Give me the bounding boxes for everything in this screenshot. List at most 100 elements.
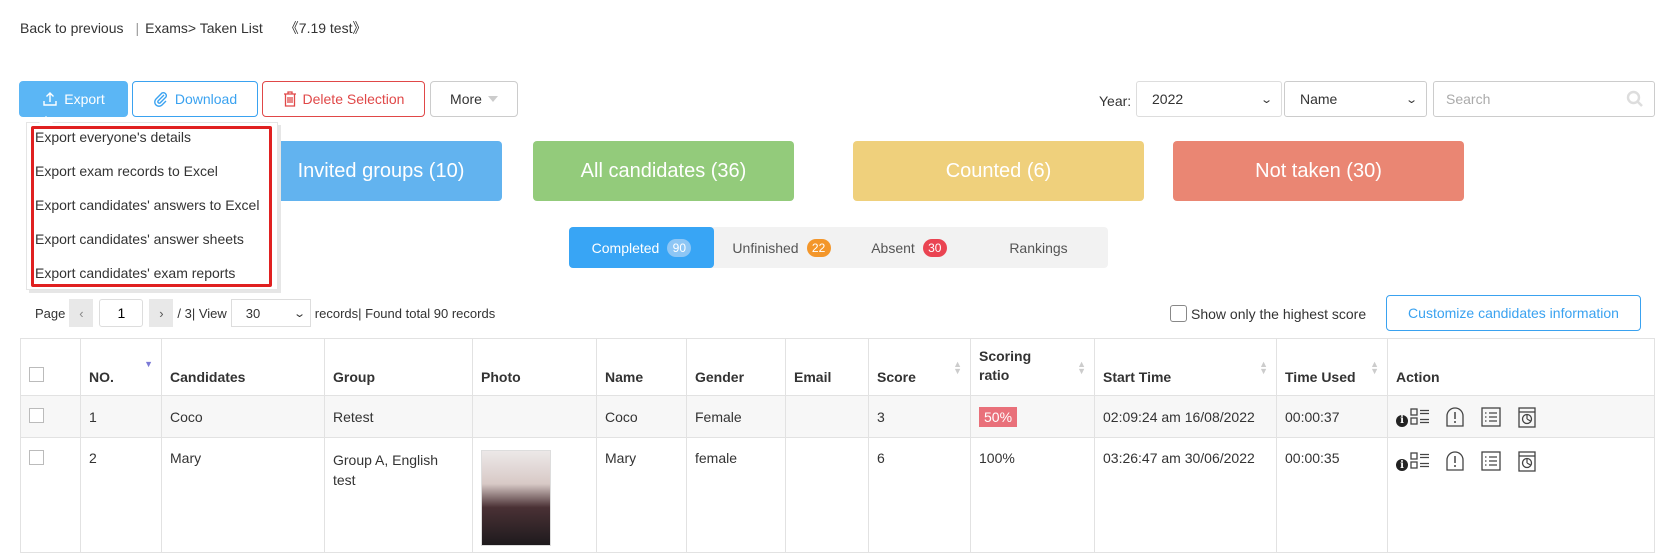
cell-start-time: 03:26:47 am 30/06/2022 — [1094, 437, 1277, 553]
export-button[interactable]: Export — [19, 81, 128, 117]
table-row: 1 Coco Retest Coco Female 3 50% 02:09:24… — [20, 395, 1655, 438]
search-field-value: Name — [1300, 91, 1338, 107]
search-icon[interactable] — [1626, 90, 1644, 108]
cell-no: 1 — [80, 395, 162, 438]
next-page-button[interactable]: › — [149, 299, 174, 327]
candidate-photo[interactable] — [481, 450, 551, 546]
more-button[interactable]: More — [430, 81, 518, 117]
cell-candidate: Mary — [161, 437, 325, 553]
row-checkbox[interactable] — [29, 407, 44, 423]
count-badge: 30 — [922, 238, 947, 257]
export-label: Export — [64, 91, 105, 107]
breadcrumb: Back to previous | Exams> Taken List 《7.19 … — [20, 18, 372, 38]
delete-selection-button[interactable]: Delete Selection — [262, 81, 425, 117]
year-value: 2022 — [1152, 91, 1184, 107]
chevron-down-icon: ⌄ — [1404, 93, 1418, 106]
menu-item-export-exam-reports[interactable]: Export candidates' exam reports — [35, 265, 235, 281]
tab-label: Absent — [871, 239, 915, 256]
tab-label: Unfinished — [732, 239, 799, 256]
tab-label: Completed — [591, 239, 660, 256]
search-input[interactable] — [1444, 90, 1614, 108]
breadcrumb-path[interactable]: Exams> Taken List — [145, 20, 263, 36]
tab-absent[interactable]: Absent 30 — [849, 227, 969, 268]
search-field-select[interactable]: Name ⌄ — [1284, 81, 1427, 117]
download-button[interactable]: Download — [132, 81, 258, 117]
all-candidates-card[interactable]: All candidates (36) — [533, 141, 794, 201]
sort-icon[interactable]: ▲ ▼ — [1259, 360, 1268, 376]
cell-photo — [472, 395, 597, 438]
col-start-time[interactable]: Start Time ▲ ▼ — [1094, 338, 1277, 396]
menu-item-export-details[interactable]: Export everyone's details — [35, 129, 191, 145]
report-list-icon[interactable] — [1480, 450, 1502, 472]
col-group: Group — [324, 338, 473, 396]
cell-group: Retest — [324, 395, 473, 438]
col-action: Action — [1387, 338, 1655, 396]
more-label: More — [450, 91, 482, 107]
cell-group: Group A, English test — [324, 437, 473, 553]
col-email: Email — [785, 338, 869, 396]
breadcrumb-separator: | — [135, 20, 140, 36]
details-action[interactable]: i — [1396, 451, 1430, 471]
alert-icon[interactable] — [1444, 406, 1466, 428]
chevron-down-icon: ⌄ — [292, 307, 306, 320]
cell-gender: female — [686, 437, 786, 553]
cell-time-used: 00:00:35 — [1276, 437, 1388, 553]
view-label: | View — [191, 305, 227, 321]
exam-report-icon[interactable] — [1516, 406, 1538, 428]
tab-completed[interactable]: Completed 90 — [569, 227, 714, 268]
cell-candidate: Coco — [161, 395, 325, 438]
alert-icon[interactable] — [1444, 450, 1466, 472]
per-page-value: 30 — [245, 305, 261, 321]
found-total: | Found total 90 records — [358, 305, 496, 321]
sort-icon[interactable]: ▲ ▼ — [1077, 360, 1086, 376]
details-action[interactable]: i — [1396, 407, 1430, 427]
highest-score-option[interactable]: Show only the highest score — [1170, 305, 1366, 322]
menu-item-export-answer-sheets[interactable]: Export candidates' answer sheets — [35, 231, 244, 247]
table-header: NO. ▼ Candidates Group Photo Name Gender … — [20, 338, 1655, 396]
report-list-icon[interactable] — [1480, 406, 1502, 428]
select-all-checkbox[interactable] — [29, 367, 44, 382]
year-select[interactable]: 2022 ⌄ — [1136, 81, 1282, 117]
search-box — [1433, 81, 1655, 117]
col-score[interactable]: Score ▲ ▼ — [868, 338, 971, 396]
page-input[interactable] — [99, 299, 144, 327]
exam-name: 《7.19 test》 — [284, 20, 367, 36]
not-taken-card[interactable]: Not taken (30) — [1173, 141, 1464, 201]
cell-photo — [472, 437, 597, 553]
cell-start-time: 02:09:24 am 16/08/2022 — [1094, 395, 1277, 438]
cell-name: Mary — [596, 437, 687, 553]
tab-unfinished[interactable]: Unfinished 22 — [714, 227, 849, 268]
cell-ratio: 100% — [970, 437, 1095, 553]
col-name: Name — [596, 338, 687, 396]
ratio-badge: 50% — [979, 406, 1018, 427]
download-label: Download — [174, 91, 238, 107]
col-time-used[interactable]: Time Used ▲ ▼ — [1276, 338, 1388, 396]
customize-info-button[interactable]: Customize candidates information — [1386, 295, 1641, 331]
cell-email — [785, 395, 869, 438]
highest-score-checkbox[interactable] — [1170, 305, 1187, 322]
info-icon: i — [1396, 414, 1408, 427]
menu-item-export-records-excel[interactable]: Export exam records to Excel — [35, 163, 218, 179]
per-page-select[interactable]: 30 ⌄ — [230, 299, 311, 327]
row-checkbox[interactable] — [29, 450, 44, 465]
cell-gender: Female — [686, 395, 786, 438]
year-label: Year: — [1099, 93, 1132, 109]
upload-icon — [43, 92, 57, 106]
counted-card[interactable]: Counted (6) — [853, 141, 1144, 201]
cell-time-used: 00:00:37 — [1276, 395, 1388, 438]
exam-report-icon[interactable] — [1516, 450, 1538, 472]
chevron-down-icon: ⌄ — [1259, 93, 1273, 106]
tab-label: Rankings — [1009, 239, 1068, 256]
col-photo: Photo — [472, 338, 597, 396]
sort-icon[interactable]: ▲ ▼ — [953, 360, 962, 376]
cell-no: 2 — [80, 437, 162, 553]
cell-actions: i — [1387, 437, 1655, 553]
menu-item-export-answers-excel[interactable]: Export candidates' answers to Excel — [35, 197, 259, 213]
sort-desc-icon[interactable]: ▼ — [144, 360, 153, 369]
prev-page-button[interactable]: ‹ — [69, 299, 94, 327]
col-no[interactable]: NO. ▼ — [80, 338, 162, 396]
tab-rankings[interactable]: Rankings — [969, 227, 1108, 268]
back-link[interactable]: Back to previous — [20, 20, 124, 36]
col-scoring-ratio[interactable]: Scoring ratio ▲ ▼ — [970, 338, 1095, 396]
sort-icon[interactable]: ▲ ▼ — [1370, 360, 1379, 376]
